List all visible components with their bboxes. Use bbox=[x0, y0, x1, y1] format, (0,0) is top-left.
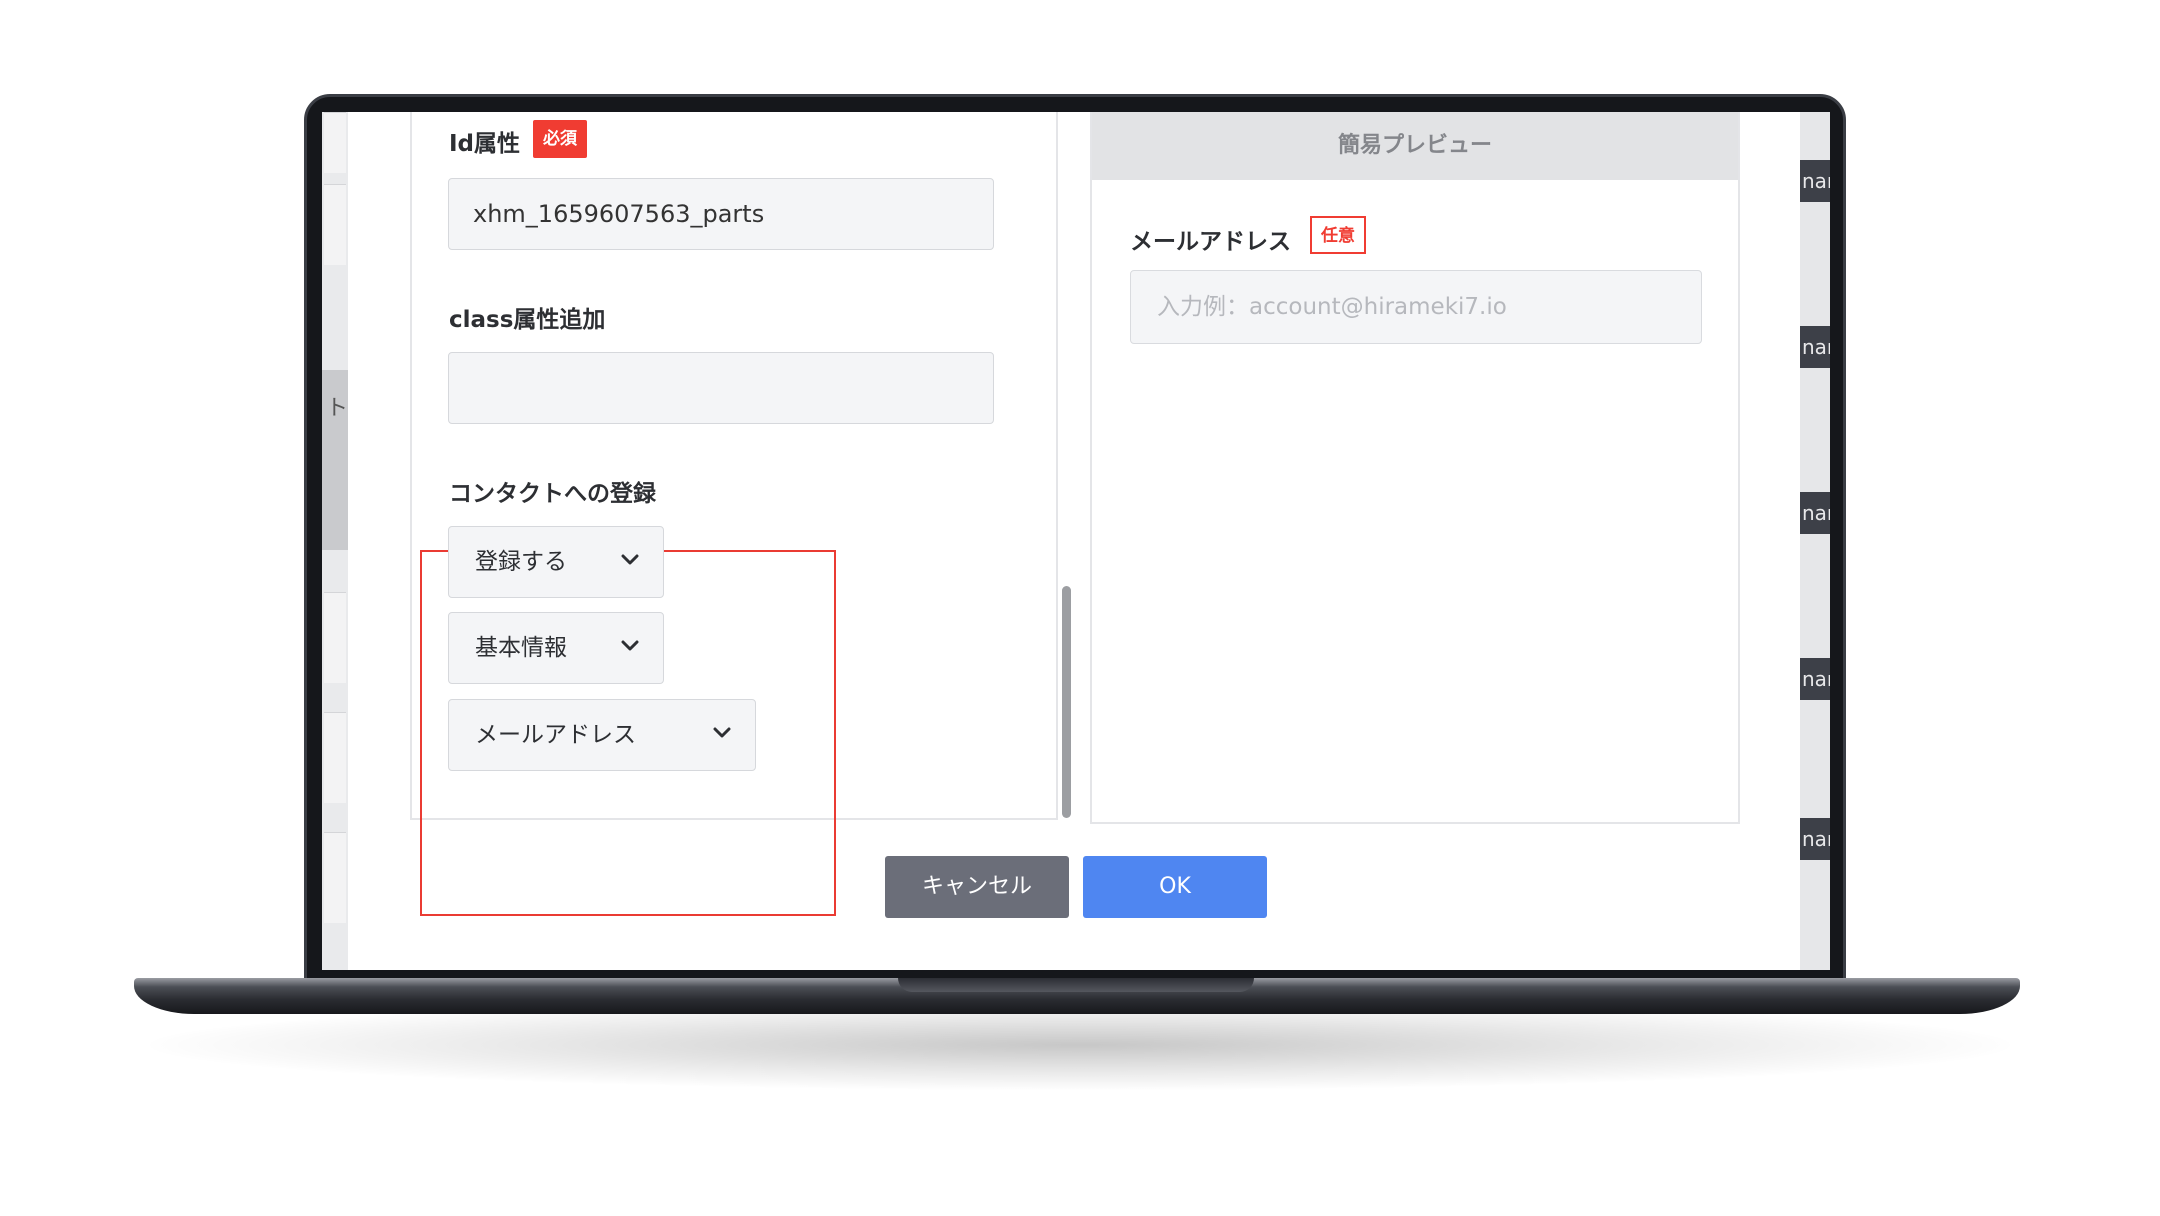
category-select-value: 基本情報 bbox=[475, 635, 567, 661]
background-tag: nar bbox=[1800, 818, 1830, 860]
chevron-down-icon bbox=[713, 727, 731, 738]
preview-field-label: メールアドレス bbox=[1130, 229, 1291, 255]
parts-settings-modal: Id属性 必須 class属性追加 コンタクトへの登録 登録する 基本情報 メー… bbox=[348, 112, 1800, 970]
register-select-value: 登録する bbox=[475, 549, 567, 575]
background-cell bbox=[324, 112, 346, 173]
screen: ト nar nar nar nar nar Id属性 必須 class属性追加 … bbox=[322, 112, 1830, 970]
background-cell bbox=[324, 832, 346, 923]
settings-panel-scrollbar[interactable] bbox=[1062, 586, 1071, 818]
background-text: ト bbox=[326, 396, 349, 421]
required-badge: 必須 bbox=[533, 120, 587, 158]
id-attribute-input[interactable] bbox=[448, 178, 994, 250]
laptop-hinge-notch bbox=[898, 978, 1254, 992]
contact-registration-label: コンタクトへの登録 bbox=[449, 481, 656, 507]
background-tag: nar bbox=[1800, 658, 1830, 700]
preview-header: 簡易プレビュー bbox=[1092, 112, 1738, 180]
preview-email-input[interactable] bbox=[1130, 270, 1702, 344]
background-cell bbox=[324, 184, 346, 265]
category-select[interactable]: 基本情報 bbox=[448, 612, 664, 684]
contact-field-select-value: メールアドレス bbox=[475, 722, 636, 748]
background-tag: nar bbox=[1800, 492, 1830, 534]
background-tag: nar bbox=[1800, 160, 1830, 202]
chevron-down-icon bbox=[621, 640, 639, 651]
id-attribute-label: Id属性 bbox=[449, 131, 521, 157]
background-cell bbox=[324, 712, 346, 803]
register-select[interactable]: 登録する bbox=[448, 526, 664, 598]
background-left-strip: ト bbox=[322, 112, 348, 970]
optional-badge: 任意 bbox=[1310, 216, 1366, 254]
background-right-strip: nar nar nar nar nar bbox=[1800, 112, 1830, 970]
background-tag: nar bbox=[1800, 326, 1830, 368]
cancel-button[interactable]: キャンセル bbox=[885, 856, 1069, 918]
contact-field-select[interactable]: メールアドレス bbox=[448, 699, 756, 771]
background-cell bbox=[324, 592, 346, 683]
ok-button[interactable]: OK bbox=[1083, 856, 1267, 918]
preview-panel: 簡易プレビュー メールアドレス 任意 bbox=[1090, 112, 1740, 824]
class-attribute-label: class属性追加 bbox=[449, 307, 606, 333]
class-attribute-input[interactable] bbox=[448, 352, 994, 424]
chevron-down-icon bbox=[621, 554, 639, 565]
